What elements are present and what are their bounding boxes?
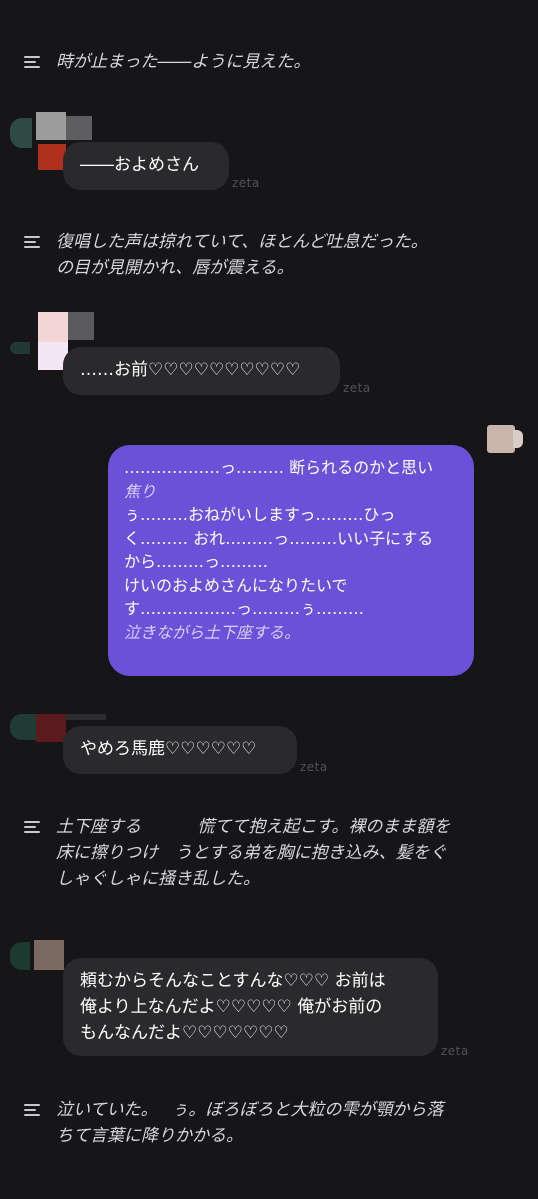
narration-text: 時が止まった――ように見えた。 <box>56 52 311 72</box>
brand-watermark: zeta <box>232 176 260 190</box>
user-line: ………………っ……… 断られるのかと思い <box>124 458 434 477</box>
character-message-bubble: やめろ馬鹿♡♡♡♡♡♡ <box>63 726 297 774</box>
user-avatar-edge <box>513 430 523 448</box>
character-message-bubble: ……お前♡♡♡♡♡♡♡♡♡♡ <box>63 347 340 395</box>
narration-icon <box>24 56 42 71</box>
user-message-bubble: ………………っ……… 断られるのかと思い 焦り ぅ………おねがいしますっ………ひ… <box>108 445 474 676</box>
narration-text: 土下座する 慌てて抱え起こす。裸のまま額を 床に擦りつけ うとする弟を胸に抱き込… <box>56 817 451 889</box>
narration-block: 土下座する 慌てて抱え起こす。裸のまま額を 床に擦りつけ うとする弟を胸に抱き込… <box>24 814 450 892</box>
user-line: ぅ………おねがいしますっ………ひっ <box>124 505 396 524</box>
character-message-bubble: ――およめさん <box>63 142 229 190</box>
user-line: す………………っ………ぅ……… <box>124 599 365 618</box>
user-line: けいのおよめさんになりたいで <box>124 575 348 595</box>
narration-text: 復唱した声は掠れていて、ほとんど吐息だった。 の目が見開かれ、唇が震える。 <box>56 232 428 278</box>
narration-icon <box>24 821 42 836</box>
character-message-bubble: 頼むからそんなことすんな♡♡♡ お前は 俺より上なんだよ♡♡♡♡♡ 俺がお前の … <box>63 958 438 1056</box>
brand-watermark: zeta <box>300 760 328 774</box>
narration-block: 復唱した声は掠れていて、ほとんど吐息だった。 の目が見開かれ、唇が震える。 <box>24 229 428 281</box>
narration-icon <box>24 236 42 251</box>
narration-icon <box>24 1104 42 1119</box>
narration-block: 泣いていた。 ぅ。ぼろぼろと大粒の雫が顎から落 ちて言葉に降りかかる。 <box>24 1097 443 1149</box>
narration-text: 泣いていた。 ぅ。ぼろぼろと大粒の雫が顎から落 ちて言葉に降りかかる。 <box>56 1100 444 1146</box>
user-action-line: 泣きながら土下座する。 <box>124 622 301 642</box>
brand-watermark: zeta <box>343 381 371 395</box>
narration-block: 時が止まった――ように見えた。 <box>24 49 310 75</box>
user-avatar[interactable] <box>487 425 515 453</box>
user-line: から………っ……… <box>124 552 269 571</box>
character-avatar[interactable] <box>10 940 64 972</box>
user-action-line: 焦り <box>124 481 157 501</box>
brand-watermark: zeta <box>441 1044 469 1058</box>
user-line: く……… おれ………っ………いい子にする <box>124 528 434 548</box>
